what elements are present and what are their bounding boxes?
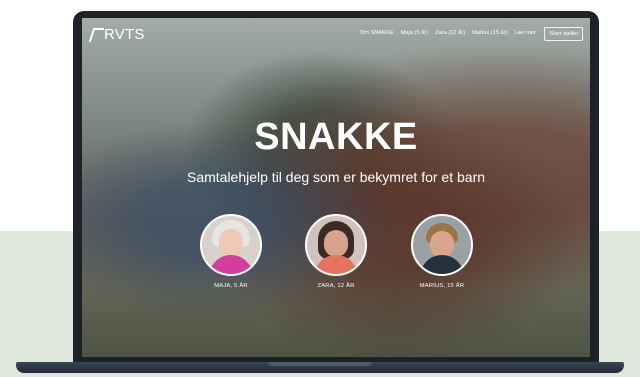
character-zara[interactable]: ZARA, 12 ÅR xyxy=(296,214,376,289)
maja-label[interactable]: MAJA, 5 ÅR xyxy=(191,283,271,289)
laptop-notch xyxy=(268,362,372,366)
zara-jacket xyxy=(314,255,358,274)
nav-link-om-snakke[interactable]: Om SNAKKE xyxy=(360,30,394,36)
nav-links: Om SNAKKE Maja (5 år) Zara (12 år) Mariu… xyxy=(360,30,536,36)
hero: SNAKKE Samtalehjelp til deg som er bekym… xyxy=(82,118,590,185)
character-marius[interactable]: MARIUS, 15 ÅR xyxy=(402,214,482,289)
marius-avatar[interactable] xyxy=(411,214,473,276)
character-maja[interactable]: MAJA, 5 ÅR xyxy=(191,214,271,289)
marius-label[interactable]: MARIUS, 15 ÅR xyxy=(402,283,482,289)
maja-jacket xyxy=(209,255,253,274)
zara-face xyxy=(324,230,348,257)
marius-jacket xyxy=(420,255,464,274)
start-game-button[interactable]: Start spillet xyxy=(544,27,583,41)
laptop-screen: RVTS Om SNAKKE Maja (5 år) Zara (12 år) … xyxy=(82,18,590,357)
maja-avatar[interactable] xyxy=(200,214,262,276)
nav-link-marius[interactable]: Marius (15 år) xyxy=(472,30,507,36)
nav-link-zara[interactable]: Zara (12 år) xyxy=(435,30,465,36)
hero-subtitle: Samtalehjelp til deg som er bekymret for… xyxy=(186,169,486,185)
zara-label[interactable]: ZARA, 12 ÅR xyxy=(296,283,376,289)
rvts-logo[interactable]: RVTS xyxy=(88,26,145,43)
rvts-logo-mark-icon xyxy=(88,27,105,42)
rvts-logo-text: RVTS xyxy=(104,26,145,43)
zara-avatar[interactable] xyxy=(305,214,367,276)
maja-face xyxy=(219,229,243,256)
marius-face xyxy=(430,231,454,258)
nav-link-laer-mer[interactable]: Lær mer xyxy=(515,30,537,36)
nav-link-maja[interactable]: Maja (5 år) xyxy=(401,30,429,36)
top-navigation: RVTS Om SNAKKE Maja (5 år) Zara (12 år) … xyxy=(82,18,590,50)
hero-title: SNAKKE xyxy=(254,116,418,158)
